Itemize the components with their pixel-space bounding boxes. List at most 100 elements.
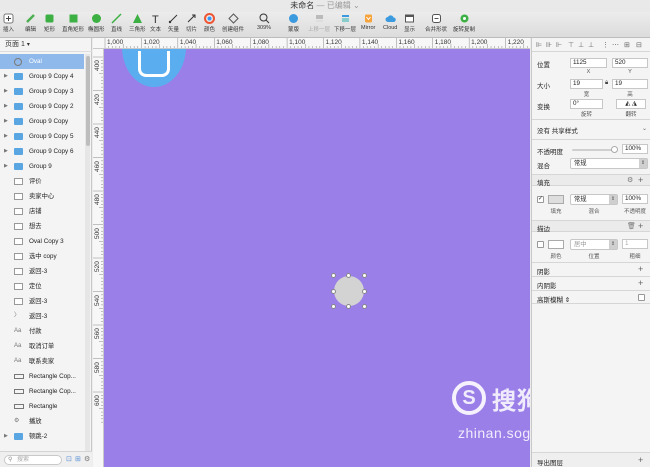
document-status[interactable]: — 已编辑 ⌄ <box>317 1 360 10</box>
layer-row[interactable]: 返回-3 <box>0 294 84 309</box>
toolbar-item-rectangle[interactable]: 矩形 <box>44 12 55 38</box>
layer-row[interactable]: Aa 付款 <box>0 324 84 339</box>
fill-color-swatch[interactable] <box>548 195 564 204</box>
align-left-icon[interactable]: ⊫ <box>536 41 542 49</box>
page-icon[interactable]: ⊞ <box>75 455 81 463</box>
blur-row[interactable]: 高斯模糊 ⇕ <box>532 290 650 304</box>
resize-handle[interactable] <box>331 289 336 294</box>
disclosure-arrow-icon[interactable]: ▶ <box>4 114 8 129</box>
toolbar-item-rotate-copy[interactable]: 旋转复制 <box>453 12 475 38</box>
layer-row[interactable]: Oval <box>0 54 84 69</box>
layer-row[interactable]: 〉 返回-3 <box>0 309 84 324</box>
add-border-icon[interactable]: + <box>638 222 643 231</box>
border-color-swatch[interactable] <box>548 240 564 249</box>
resize-handle[interactable] <box>362 304 367 309</box>
distribute-h-icon[interactable]: ⋮ <box>602 41 609 49</box>
x-field[interactable]: 1125 <box>570 58 607 68</box>
opacity-field[interactable]: 100% <box>622 144 648 154</box>
fills-header[interactable]: 填充 ⚙ + <box>532 174 650 187</box>
layer-row[interactable]: Aa 联系卖家 <box>0 354 84 369</box>
toolbar-item-triangle[interactable]: 三角形 <box>129 12 146 38</box>
opacity-slider[interactable] <box>572 146 618 153</box>
resize-handle[interactable] <box>362 273 367 278</box>
layer-row[interactable]: Oval Copy 3 <box>0 234 84 249</box>
layer-row[interactable]: ▶ Group 9 Copy 6 <box>0 144 84 159</box>
layer-row[interactable]: ▶ Group 9 Copy 4 <box>0 69 84 84</box>
layer-row[interactable]: Rectangle <box>0 399 84 414</box>
layer-row[interactable]: ▶ Group 9 Copy 3 <box>0 84 84 99</box>
layer-list-scrollbar[interactable] <box>85 54 90 451</box>
fill-blend-select[interactable]: 常规 ⇕ <box>570 194 618 205</box>
align-right-icon[interactable]: ⊩ <box>556 41 562 49</box>
toolbar-item-forward[interactable]: 上移一层 <box>308 12 330 38</box>
distribute-v-icon[interactable]: ⋯ <box>612 41 619 49</box>
border-position-select[interactable]: 居中 ⇕ <box>570 239 618 250</box>
resize-icon[interactable]: ⊞ <box>624 41 630 49</box>
width-field[interactable]: 19 <box>570 79 603 89</box>
flip-horizontal-icon[interactable]: ◭ <box>625 100 630 107</box>
inner-shadows-row[interactable]: 内阴影 + <box>532 276 650 290</box>
toolbar-item-line[interactable]: 直线 <box>111 12 122 38</box>
toolbar-item-component[interactable]: 创建组件 <box>222 12 244 38</box>
toolbar-item-oval[interactable]: 椭圆形 <box>88 12 105 38</box>
toolbar-item-view[interactable]: 显示 <box>404 12 415 38</box>
disclosure-arrow-icon[interactable]: ▶ <box>4 99 8 114</box>
scrollbar-thumb[interactable] <box>85 56 90 146</box>
add-export-icon[interactable]: + <box>638 456 643 465</box>
opacity-slider-knob[interactable] <box>611 146 618 153</box>
layer-search-input[interactable]: ⚲ 搜索 <box>4 455 62 465</box>
settings-icon[interactable]: ⚙ <box>84 455 90 463</box>
resize-handle[interactable] <box>331 304 336 309</box>
toolbar-item-text[interactable]: T 文本 <box>150 12 161 38</box>
add-inner-shadow-icon[interactable]: + <box>638 279 643 288</box>
layer-row[interactable]: 定位 <box>0 279 84 294</box>
resize-handle[interactable] <box>331 273 336 278</box>
add-fill-icon[interactable]: + <box>638 176 643 185</box>
chevron-down-icon[interactable]: ⌄ <box>642 125 647 132</box>
add-shadow-icon[interactable]: + <box>638 265 643 274</box>
layer-row[interactable]: ▶ Group 9 <box>0 159 84 174</box>
toolbar-item-square[interactable]: 直角矩形 <box>62 12 84 38</box>
export-row[interactable]: 导出图层 + <box>532 452 650 467</box>
grid-icon[interactable]: ⊟ <box>636 41 642 49</box>
align-center-icon[interactable]: ⊪ <box>546 41 552 49</box>
disclosure-arrow-icon[interactable]: ▶ <box>4 84 8 99</box>
toolbar-item-plus[interactable]: 插入 <box>3 12 14 38</box>
blur-checkbox[interactable] <box>638 294 645 301</box>
layer-row[interactable]: 选中 copy <box>0 249 84 264</box>
rotate-field[interactable]: 0° <box>570 99 603 109</box>
toolbar-item-color[interactable]: 颜色 <box>204 12 215 38</box>
toolbar-item-combine[interactable]: 合并形状 <box>425 12 447 38</box>
layer-row[interactable]: ▶ Group 9 Copy 5 <box>0 129 84 144</box>
align-middle-icon[interactable]: ⊥ <box>578 41 584 49</box>
y-field[interactable]: 520 <box>612 58 648 68</box>
shadows-row[interactable]: 阴影 + <box>532 262 650 276</box>
blue-circle-shape[interactable] <box>122 49 186 87</box>
layer-row[interactable]: 评价 <box>0 174 84 189</box>
flip-vertical-icon[interactable]: ◮ <box>632 100 637 107</box>
gear-icon[interactable]: ⚙ <box>627 176 633 184</box>
filter-icon[interactable]: ⊡ <box>66 455 72 463</box>
layer-row[interactable]: ⚙ 播放 <box>0 414 84 429</box>
layer-row[interactable]: 返回-3 <box>0 264 84 279</box>
resize-handle[interactable] <box>346 304 351 309</box>
toolbar-item-cloud[interactable]: Cloud <box>383 12 397 38</box>
disclosure-arrow-icon[interactable]: ▶ <box>4 159 8 174</box>
layer-row[interactable]: ▶ Group 9 Copy 2 <box>0 99 84 114</box>
design-canvas[interactable]: S 搜狗指南 zhinan.sogou.com <box>104 49 530 467</box>
fill-enabled-checkbox[interactable]: ✓ <box>537 196 544 203</box>
resize-handle[interactable] <box>362 289 367 294</box>
disclosure-arrow-icon[interactable]: ▶ <box>4 144 8 159</box>
resize-handle[interactable] <box>346 273 351 278</box>
fill-opacity-field[interactable]: 100% <box>622 194 648 204</box>
flip-buttons[interactable]: ◭ ◮ <box>616 99 646 109</box>
disclosure-arrow-icon[interactable]: ▶ <box>4 429 8 444</box>
blend-select[interactable]: 常规 ⇕ <box>570 158 648 169</box>
layer-row[interactable]: ▶ 顿跳-2 <box>0 429 84 444</box>
borders-header[interactable]: 描边 🗑︎ + <box>532 220 650 233</box>
layer-row[interactable]: 店铺 <box>0 204 84 219</box>
toolbar-item-zoom[interactable]: 309% <box>257 12 271 38</box>
disclosure-arrow-icon[interactable]: ▶ <box>4 69 8 84</box>
toolbar-item-vector[interactable]: 矢量 <box>168 12 179 38</box>
toolbar-item-mask[interactable]: 蒙版 <box>288 12 299 38</box>
